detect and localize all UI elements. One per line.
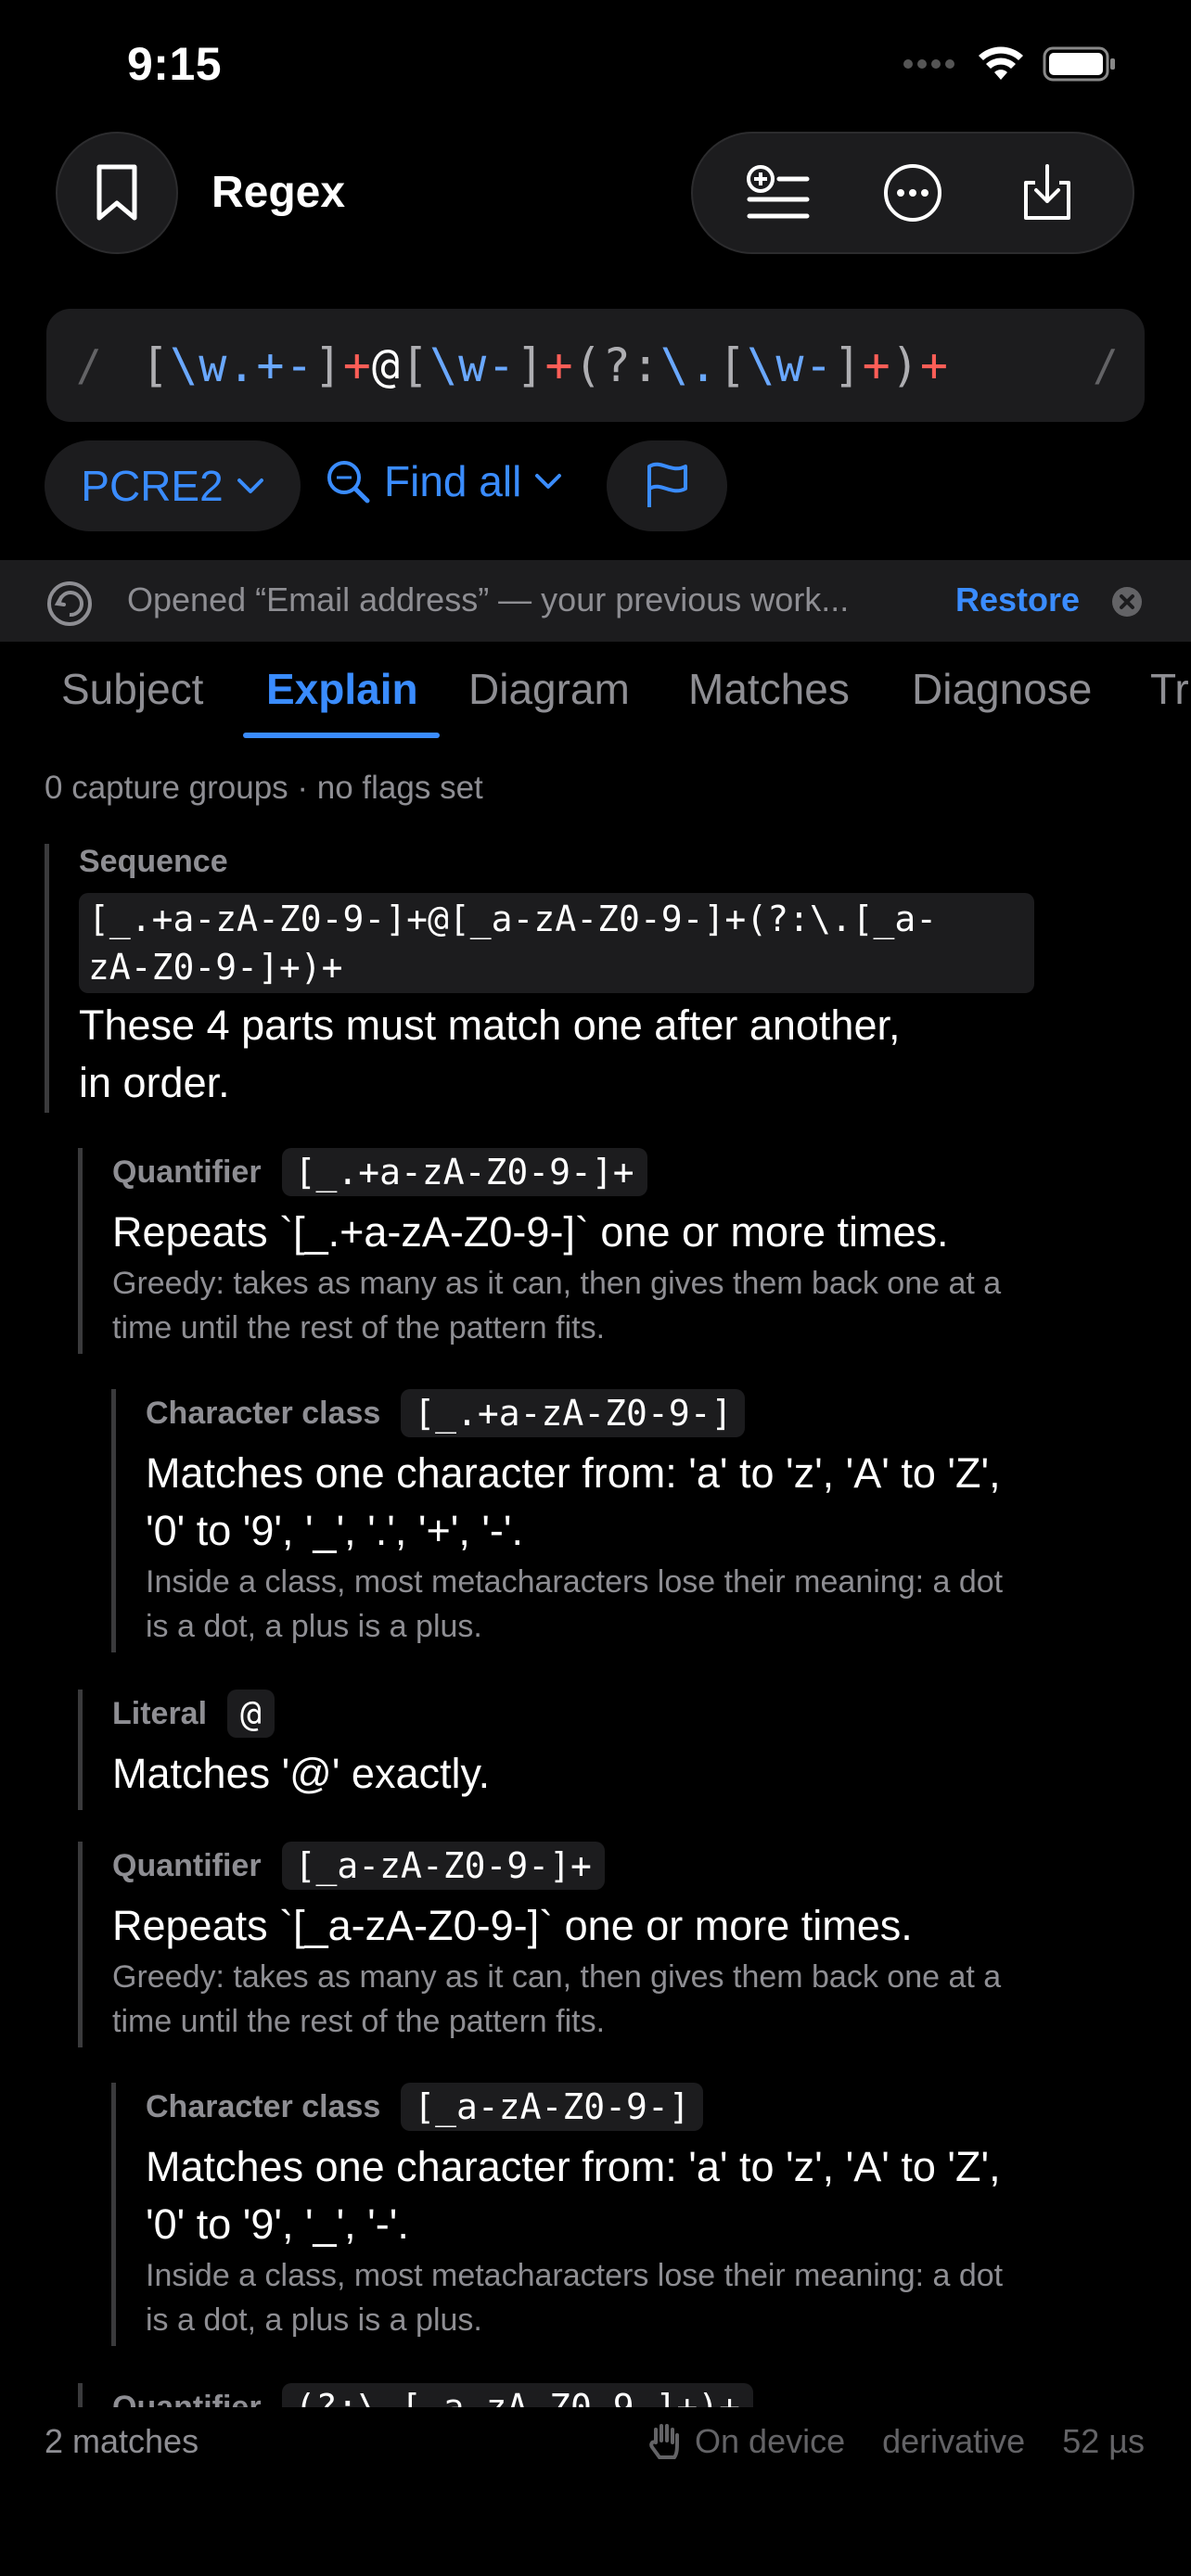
- tab-diagram[interactable]: Diagram: [468, 664, 630, 714]
- regex-token: +: [544, 338, 574, 392]
- explain-node-character-class: Character class [_.+a-zA-Z0-9-] Matches …: [111, 1389, 1148, 1652]
- history-icon: [47, 581, 92, 626]
- mode-label: Find all: [384, 457, 522, 505]
- explain-node-quantifier: Quantifier [_a-zA-Z0-9-]+ Repeats `[_a-z…: [78, 1842, 1148, 2047]
- close-icon[interactable]: [1111, 586, 1143, 618]
- regex-token: ]: [516, 338, 545, 392]
- regex-token: \w-: [429, 338, 517, 392]
- timing-label: 52 µs: [1062, 2422, 1145, 2460]
- regex-open-delimiter: /: [76, 340, 102, 390]
- tab-matches[interactable]: Matches: [688, 664, 850, 714]
- engine-label: PCRE2: [81, 462, 224, 510]
- tab-explain[interactable]: Explain: [266, 664, 418, 714]
- page-title: Regex: [211, 168, 346, 217]
- more-button[interactable]: [876, 156, 950, 230]
- match-count: 2 matches: [45, 2422, 199, 2460]
- node-code: [_a-zA-Z0-9-]: [401, 2083, 703, 2131]
- regex-input[interactable]: / [\w.+-]+@[\w-]+(?:\.[\w-]+)+ /: [46, 309, 1145, 422]
- bookmark-icon: [96, 164, 137, 221]
- regex-token: [: [718, 338, 748, 392]
- chevron-down-icon: [535, 474, 562, 489]
- regex-token: ]: [314, 338, 343, 392]
- cellular-signal-icon: [903, 59, 954, 69]
- search-icon: [327, 461, 370, 504]
- regex-token: +: [862, 338, 891, 392]
- regex-token: \w.+-: [170, 338, 314, 392]
- restore-banner: Opened “Email address” — your previous w…: [0, 560, 1191, 642]
- node-kind: Character class: [146, 1395, 381, 1431]
- chevron-down-icon: [237, 478, 263, 493]
- flags-button[interactable]: [607, 440, 727, 531]
- explain-summary: 0 capture groups · no flags set: [45, 770, 483, 806]
- node-kind: Quantifier: [112, 1847, 262, 1883]
- regex-token: \w-: [747, 338, 834, 392]
- status-icons: [903, 46, 1117, 82]
- flag-icon: [647, 462, 687, 507]
- node-code: @: [227, 1690, 275, 1738]
- download-icon: [1023, 164, 1070, 220]
- regex-token: [: [141, 338, 171, 392]
- explain-node-sequence: Sequence [_.+a-zA-Z0-9-]+@[_a-zA-Z0-9-]+…: [45, 844, 1148, 1113]
- node-kind: Character class: [146, 2088, 381, 2124]
- regex-token: [: [400, 338, 430, 392]
- tab-subject[interactable]: Subject: [61, 664, 203, 714]
- status-footer: 2 matches On device derivative 52 µs: [0, 2422, 1191, 2478]
- mode-selector[interactable]: Find all: [325, 456, 562, 506]
- regex-token: +: [919, 338, 949, 392]
- engine-selector[interactable]: PCRE2: [45, 440, 301, 531]
- tab-truncated[interactable]: Tr: [1150, 664, 1189, 714]
- regex-token: \.: [660, 338, 719, 392]
- location-label: On device: [695, 2422, 846, 2460]
- tab-indicator: [243, 733, 440, 738]
- explain-node-quantifier: Quantifier [_.+a-zA-Z0-9-]+ Repeats `[_.…: [78, 1148, 1148, 1354]
- node-kind: Quantifier: [112, 1154, 262, 1190]
- save-button[interactable]: [1010, 156, 1084, 230]
- regex-close-delimiter: /: [1093, 340, 1119, 390]
- wifi-icon: [979, 46, 1023, 80]
- regex-token: @: [371, 338, 401, 392]
- bookmark-button[interactable]: [56, 132, 178, 254]
- regex-token: ]: [833, 338, 863, 392]
- regex-token: ): [890, 338, 920, 392]
- restore-button[interactable]: Restore: [955, 580, 1080, 619]
- engine-mode-label: derivative: [882, 2422, 1026, 2460]
- ellipsis-circle-icon: [883, 164, 941, 222]
- node-kind: Literal: [112, 1695, 208, 1731]
- explain-node-character-class: Character class [_a-zA-Z0-9-] Matches on…: [111, 2083, 1148, 2346]
- tab-diagnose[interactable]: Diagnose: [912, 664, 1092, 714]
- status-time: 9:15: [127, 38, 223, 90]
- add-to-list-button[interactable]: [741, 156, 815, 230]
- list-add-icon: [747, 165, 810, 219]
- node-code: [_a-zA-Z0-9-]+: [281, 1842, 605, 1890]
- regex-token: +: [342, 338, 372, 392]
- header-actions: [691, 132, 1134, 254]
- node-code: [_.+a-zA-Z0-9-]+@[_a-zA-Z0-9-]+(?:\.[_a-…: [79, 893, 1034, 993]
- banner-message: Opened “Email address” — your previous w…: [127, 580, 850, 618]
- explain-node-literal: Literal @ Matches '@' exactly.: [78, 1690, 1148, 1810]
- tab-bar: Subject Explain Diagram Matches Diagnose…: [0, 660, 1191, 744]
- node-code: [_.+a-zA-Z0-9-]: [401, 1389, 746, 1437]
- regex-pattern: [\w.+-]+@[\w-]+(?:\.[\w-]+)+: [141, 338, 949, 392]
- node-code: [_.+a-zA-Z0-9-]+: [281, 1148, 647, 1196]
- hand-raised-icon: [649, 2424, 680, 2459]
- node-kind: Sequence: [79, 844, 228, 879]
- regex-token: (?:: [573, 338, 660, 392]
- battery-icon: [1043, 46, 1115, 82]
